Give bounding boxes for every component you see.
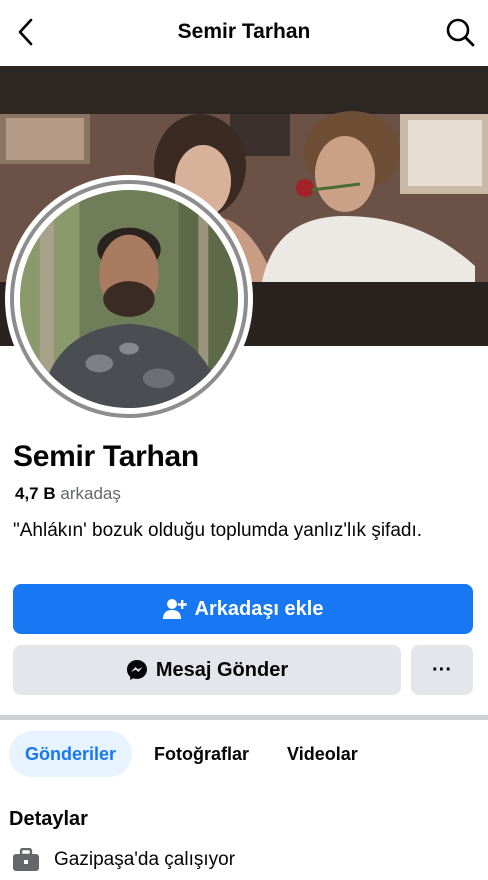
tab-photos[interactable]: Fotoğraflar (138, 731, 265, 777)
friends-count-value: 4,7 B (15, 484, 56, 503)
tab-videos[interactable]: Videolar (271, 731, 374, 777)
add-friend-button[interactable]: Arkadaşı ekle (13, 584, 473, 634)
avatar-story-ring (10, 180, 248, 418)
send-message-label: Mesaj Gönder (155, 658, 289, 681)
friends-count-label: arkadaş (60, 484, 121, 503)
search-button[interactable] (440, 12, 480, 52)
detail-work-text: Gazipaşa'da çalışıyor (54, 849, 236, 870)
details-heading: Detaylar (9, 808, 88, 830)
tab-posts[interactable]: Gönderiler (9, 731, 133, 777)
more-options-button[interactable]: ··· (411, 645, 473, 695)
more-options-icon: ··· (432, 658, 452, 681)
briefcase-icon (13, 848, 39, 871)
send-message-button[interactable]: Mesaj Gönder (13, 645, 401, 695)
profile-name: Semir Tarhan (13, 440, 199, 473)
profile-avatar[interactable] (5, 175, 253, 423)
avatar-photo (20, 190, 238, 408)
friends-count[interactable]: 4,7 B arkadaş (15, 484, 121, 504)
profile-bio: "Ahlákın' bozuk olduğu toplumda yanlız'l… (13, 520, 423, 541)
detail-work: Gazipaşa'da çalışıyor (12, 848, 235, 872)
add-friend-label: Arkadaşı ekle (194, 597, 324, 620)
page-title: Semir Tarhan (177, 20, 311, 43)
search-icon (446, 18, 475, 47)
profile-tabs: Gönderiler Fotoğraflar Videolar (9, 730, 374, 778)
top-bar: Semir Tarhan (0, 0, 488, 64)
add-friend-icon (162, 599, 187, 619)
messenger-icon (126, 660, 147, 680)
section-divider (0, 715, 488, 720)
